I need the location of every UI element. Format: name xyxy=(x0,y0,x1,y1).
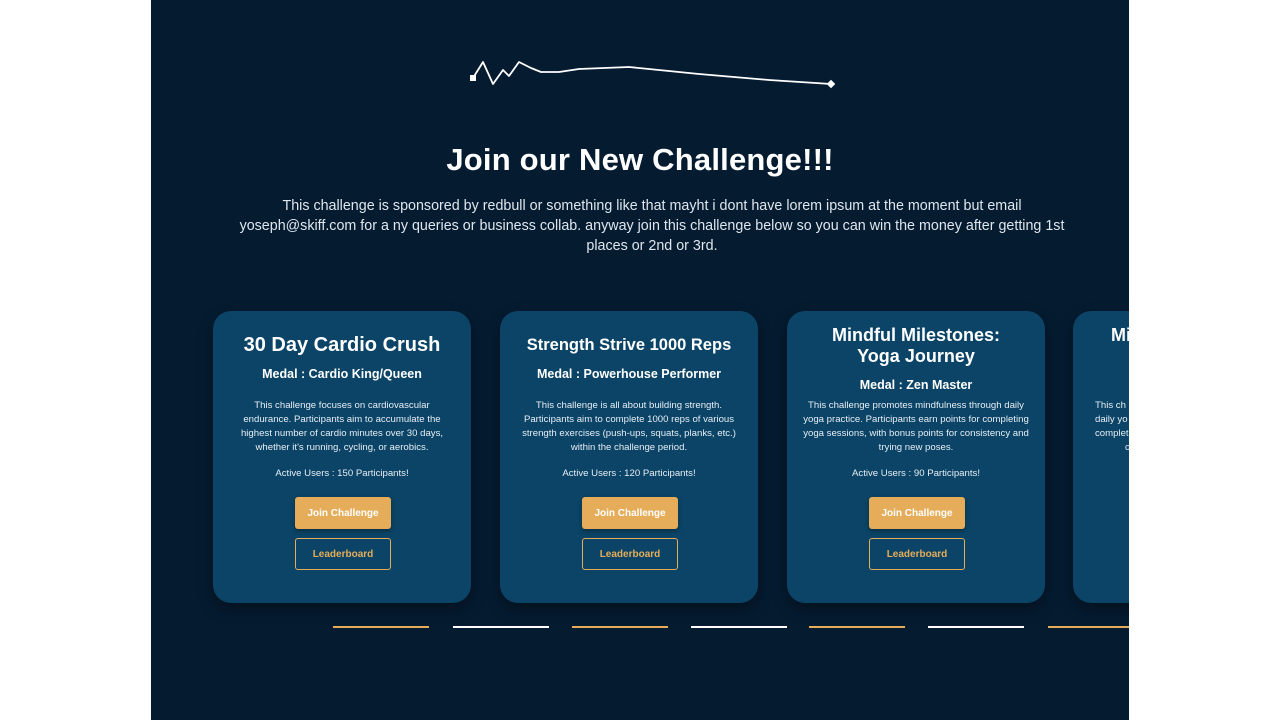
card-active-users: Active Users : 150 Participants! xyxy=(275,468,409,479)
leaderboard-button[interactable]: Leaderboard xyxy=(869,538,965,570)
hero-description: This challenge is sponsored by redbull o… xyxy=(239,198,1065,254)
card-description: This challenge is all about building str… xyxy=(522,400,736,453)
challenge-carousel[interactable]: 30 Day Cardio Crush Medal : Cardio King/… xyxy=(213,311,1129,603)
card-description-line: daily yo xyxy=(1095,414,1128,425)
page-title: Join our New Challenge!!! xyxy=(446,142,834,177)
carousel-indicator[interactable] xyxy=(809,626,905,628)
challenge-card: Mindful Milestones: Yoga Journey Medal :… xyxy=(787,311,1045,603)
card-title-line: Yoga Journey xyxy=(857,346,975,366)
card-description-line: c xyxy=(1125,442,1129,453)
leaderboard-button[interactable]: Leaderboard xyxy=(295,538,391,570)
carousel-indicator[interactable] xyxy=(572,626,668,628)
card-description: This challenge focuses on cardiovascular… xyxy=(240,400,444,453)
card-medal: Medal : Powerhouse Performer xyxy=(536,367,722,381)
card-title-line: Mindful Milestones: xyxy=(832,325,1000,345)
card-title: Mindful Milestones: Yoga Journey xyxy=(787,325,1045,367)
card-description: This challenge promotes mindfulness thro… xyxy=(803,400,1029,453)
carousel-indicator[interactable] xyxy=(1048,626,1129,628)
carousel-indicator[interactable] xyxy=(453,626,549,628)
challenge-card: Mi This ch daily yo complet c xyxy=(1073,311,1129,603)
challenge-card: 30 Day Cardio Crush Medal : Cardio King/… xyxy=(213,311,471,603)
card-active-users: Active Users : 90 Participants! xyxy=(852,468,980,479)
carousel-indicator[interactable] xyxy=(333,626,429,628)
card-medal: Medal : Zen Master xyxy=(859,378,973,392)
heartbeat-line-icon xyxy=(470,61,836,89)
carousel-indicator[interactable] xyxy=(691,626,787,628)
card-medal: Medal : Cardio King/Queen xyxy=(262,367,422,381)
card-title: Mi xyxy=(1111,325,1129,345)
card-active-users: Active Users : 120 Participants! xyxy=(562,468,696,479)
leaderboard-button[interactable]: Leaderboard xyxy=(582,538,678,570)
card-title: 30 Day Cardio Crush xyxy=(243,334,441,356)
join-challenge-button[interactable]: Join Challenge xyxy=(295,497,391,529)
challenge-card: Strength Strive 1000 Reps Medal : Powerh… xyxy=(500,311,758,603)
challenge-section: Join our New Challenge!!! This challenge… xyxy=(151,0,1129,720)
card-title: Strength Strive 1000 Reps xyxy=(526,336,732,354)
carousel-indicator[interactable] xyxy=(928,626,1024,628)
card-description-line: complet xyxy=(1095,428,1129,439)
join-challenge-button[interactable]: Join Challenge xyxy=(582,497,678,529)
card-description-line: This ch xyxy=(1095,400,1126,411)
card-description: This ch daily yo complet c xyxy=(1095,399,1129,455)
join-challenge-button[interactable]: Join Challenge xyxy=(869,497,965,529)
